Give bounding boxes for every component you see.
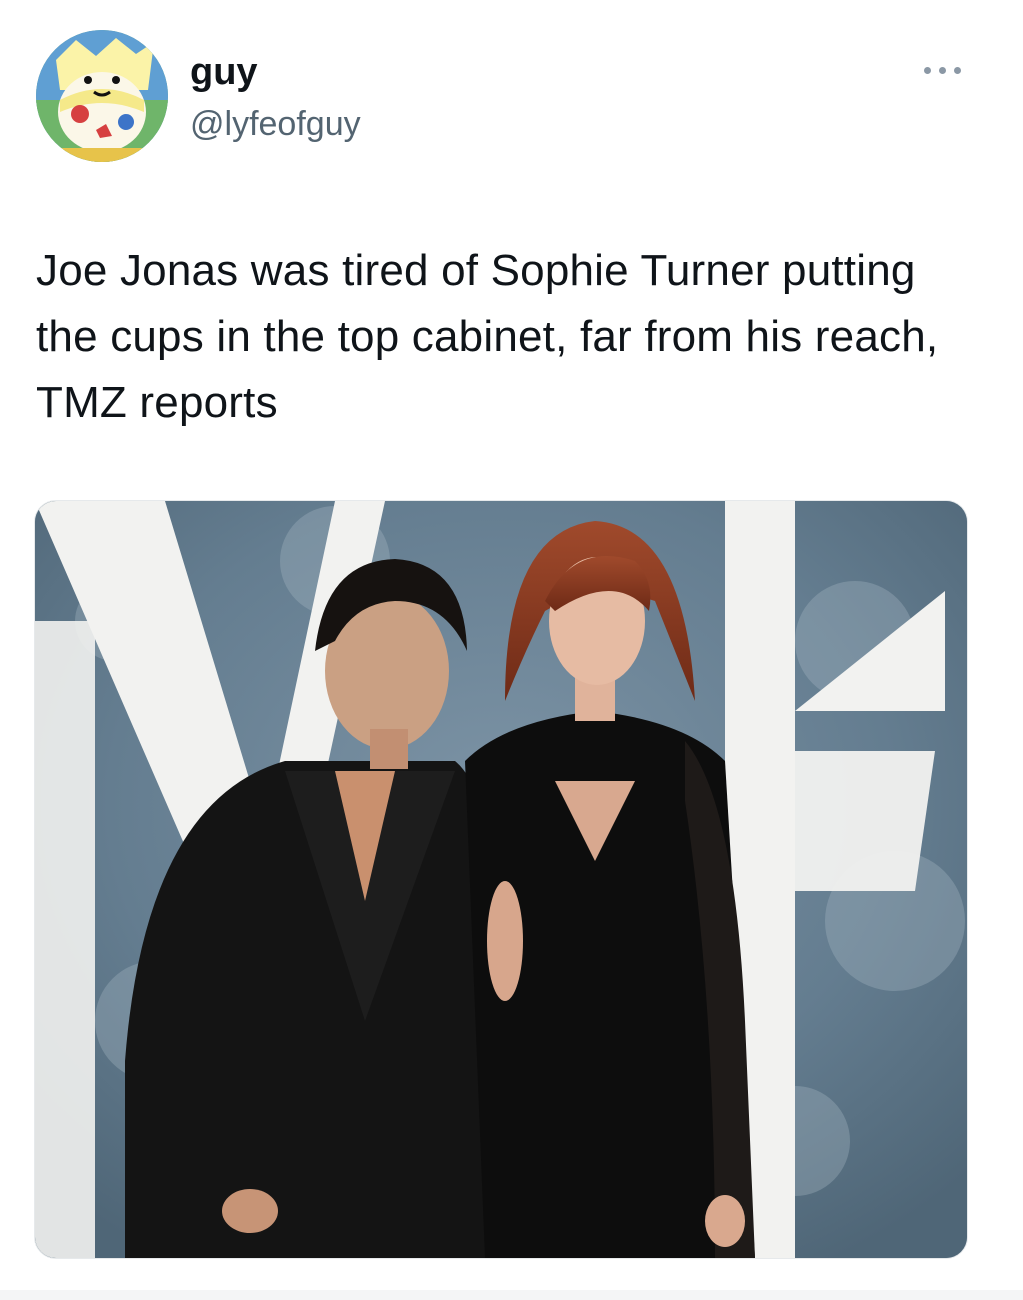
tweet-text: Joe Jonas was tired of Sophie Turner put…: [36, 246, 939, 427]
user-handle[interactable]: @lyfeofguy: [190, 104, 361, 144]
more-options-button[interactable]: [912, 52, 972, 88]
tweet-card[interactable]: guy @lyfeofguy Joe Jonas was tired of So…: [0, 0, 1023, 1300]
more-options-icon: [953, 66, 961, 74]
more-options-icon: [923, 66, 931, 74]
divider: [0, 1290, 1023, 1300]
tweet-photo[interactable]: [34, 500, 968, 1259]
display-name[interactable]: guy: [190, 50, 258, 94]
more-options-icon: [938, 66, 946, 74]
togepi-avatar-icon: [36, 30, 168, 162]
photo-media: [35, 501, 967, 1258]
avatar[interactable]: [36, 30, 168, 162]
